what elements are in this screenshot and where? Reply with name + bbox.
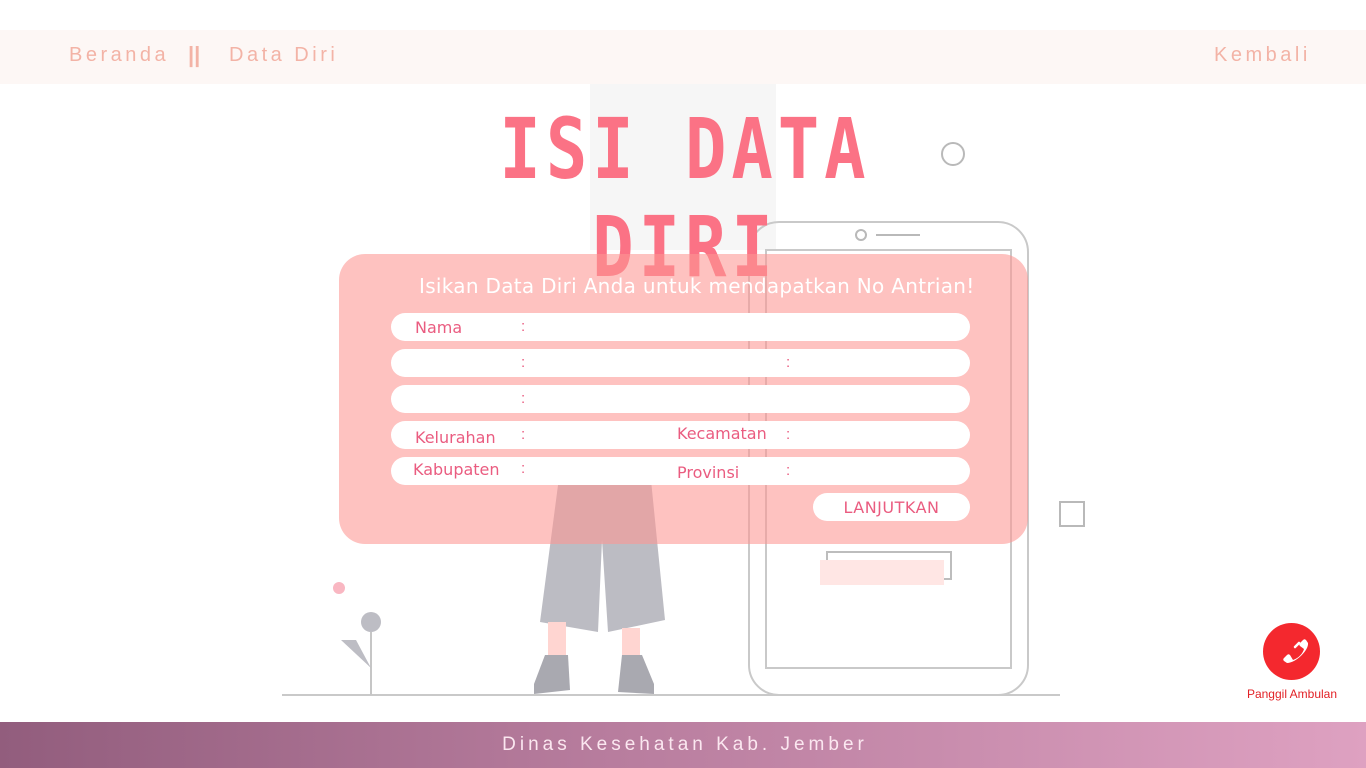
form-row-2: : : (391, 349, 970, 377)
nama-input[interactable] (533, 316, 957, 340)
nav-home-link[interactable]: Beranda (69, 44, 169, 67)
form-row-kelurahan-kecamatan: Kelurahan : Kecamatan : (391, 421, 970, 449)
call-ambulance-label: Panggil Ambulan (1246, 687, 1338, 701)
row2-right-colon: : (786, 354, 791, 371)
nav-separator: || (188, 42, 201, 67)
kecamatan-input[interactable] (798, 424, 962, 448)
kecamatan-colon: : (786, 426, 791, 443)
kabupaten-label: Kabupaten (413, 460, 500, 479)
kelurahan-input[interactable] (533, 424, 677, 448)
kecamatan-label: Kecamatan (677, 424, 767, 443)
lanjutkan-button[interactable]: LANJUTKAN (813, 493, 970, 521)
kelurahan-colon: : (521, 426, 526, 443)
provinsi-input[interactable] (798, 460, 962, 484)
form-row-3: : (391, 385, 970, 413)
form-heading: Isikan Data Diri Anda untuk mendapatkan … (419, 274, 975, 298)
footer-text: Dinas Kesehatan Kab. Jember (502, 734, 868, 755)
row3-colon: : (521, 390, 526, 407)
footer: Dinas Kesehatan Kab. Jember (0, 722, 1366, 768)
kabupaten-input[interactable] (533, 460, 677, 484)
decor-dot (333, 582, 345, 594)
plant-illustration (341, 612, 381, 695)
provinsi-label: Provinsi (677, 463, 740, 482)
nama-colon: : (521, 318, 526, 335)
row3-input[interactable] (533, 388, 957, 412)
phone-icon (1283, 639, 1309, 663)
nav-current-link[interactable]: Data Diri (229, 44, 338, 67)
row2-right-input[interactable] (798, 352, 962, 376)
kelurahan-label: Kelurahan (415, 428, 496, 447)
form-row-kabupaten-provinsi: Kabupaten : Provinsi : (391, 457, 970, 485)
back-link[interactable]: Kembali (1214, 44, 1311, 67)
row2-left-input[interactable] (533, 352, 777, 376)
decor-circle (941, 142, 965, 166)
kabupaten-colon: : (521, 460, 526, 477)
top-navbar: Beranda || Data Diri Kembali (0, 30, 1366, 84)
row2-left-colon: : (521, 354, 526, 371)
provinsi-colon: : (786, 462, 791, 479)
decor-square (1059, 501, 1085, 527)
nama-label: Nama (415, 318, 463, 337)
form-row-nama: Nama : (391, 313, 970, 341)
call-ambulance-button[interactable] (1263, 623, 1320, 680)
form-panel: Isikan Data Diri Anda untuk mendapatkan … (339, 254, 1028, 544)
